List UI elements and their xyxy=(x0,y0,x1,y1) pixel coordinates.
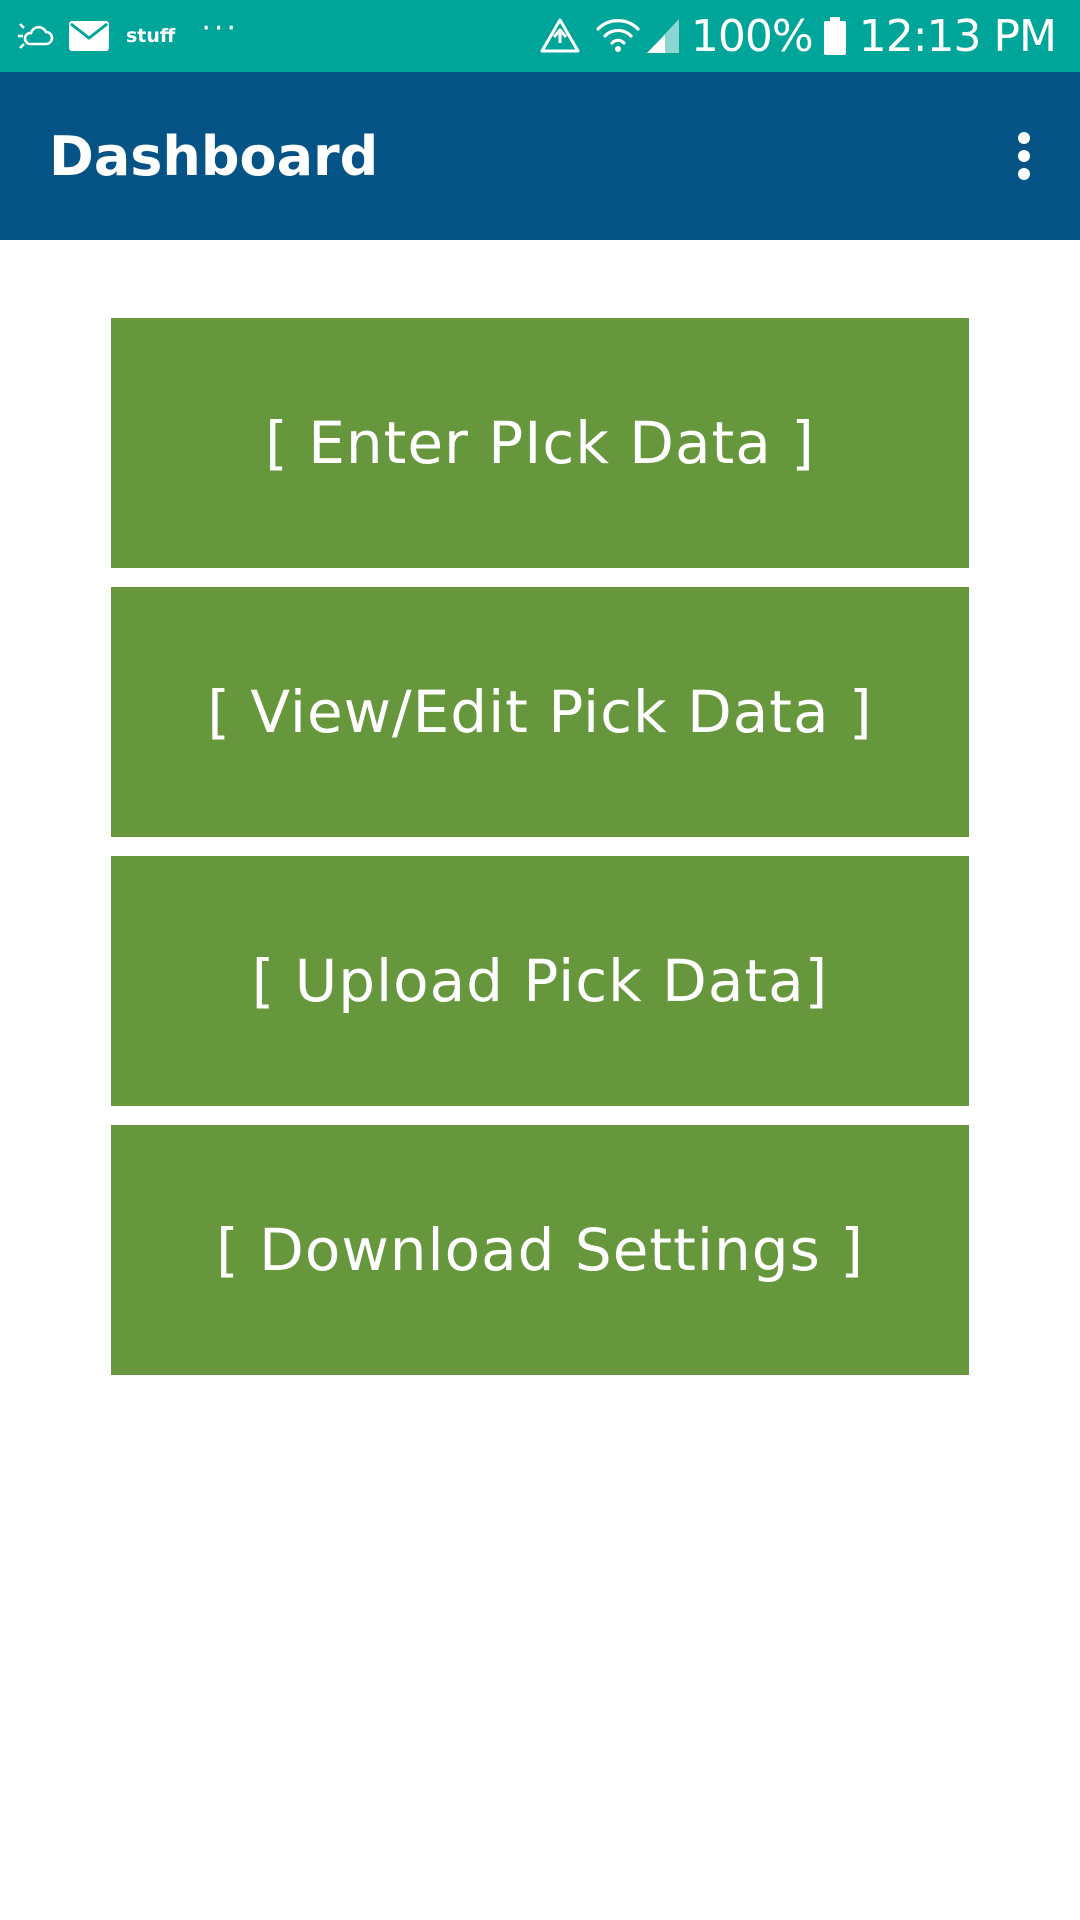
signal-strength-icon xyxy=(645,17,681,55)
battery-icon xyxy=(823,16,847,56)
status-bar: stuff ··· 100% 12:13 PM xyxy=(0,0,1080,72)
status-bar-left: stuff ··· xyxy=(16,0,239,72)
status-bar-clock: 12:13 PM xyxy=(858,10,1057,62)
data-saver-icon xyxy=(539,17,581,55)
dashboard-content: [ Enter PIck Data ] [ View/Edit Pick Dat… xyxy=(0,240,1080,1920)
overflow-menu-icon xyxy=(1018,132,1030,180)
carrier-label: stuff xyxy=(126,25,176,47)
page-title: Dashboard xyxy=(49,124,379,188)
wifi-icon xyxy=(595,17,641,55)
download-settings-button[interactable]: [ Download Settings ] xyxy=(111,1125,969,1375)
email-icon xyxy=(68,20,110,52)
battery-percent: 100% xyxy=(690,10,814,62)
status-bar-right: 100% 12:13 PM xyxy=(539,0,1057,72)
view-edit-pick-data-button[interactable]: [ View/Edit Pick Data ] xyxy=(111,587,969,837)
overflow-menu-button[interactable] xyxy=(1002,120,1046,192)
app-bar: Dashboard xyxy=(0,72,1080,240)
upload-pick-data-button[interactable]: [ Upload Pick Data] xyxy=(111,856,969,1106)
weather-icon xyxy=(16,18,56,54)
enter-pick-data-button[interactable]: [ Enter PIck Data ] xyxy=(111,318,969,568)
more-notifications-indicator: ··· xyxy=(201,11,239,46)
